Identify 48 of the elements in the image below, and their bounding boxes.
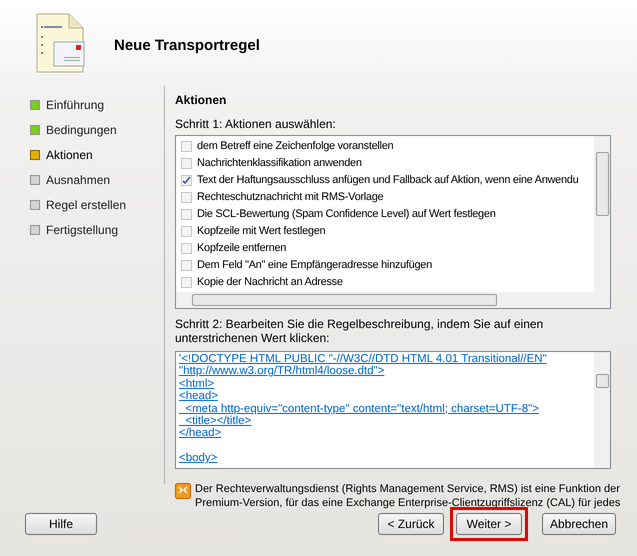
checkbox[interactable]	[181, 243, 192, 254]
step-label[interactable]: Ausnahmen	[46, 170, 110, 188]
action-label: Rechteschutznachricht mit RMS-Vorlage	[197, 190, 384, 206]
step-label[interactable]: Aktionen	[46, 146, 93, 164]
link[interactable]: <html>	[179, 378, 214, 390]
checkbox[interactable]	[181, 226, 192, 237]
step-label[interactable]: Regel erstellen	[46, 196, 126, 214]
actions-list[interactable]	[175, 135, 611, 309]
action-label: Kopfzeile mit Wert festlegen	[197, 224, 326, 240]
action-label: dem Betreff eine Zeichenfolge voranstellen	[197, 139, 394, 154]
exchange-icon	[175, 483, 191, 499]
link[interactable]: <meta http-equiv="content-type" content="text/html; charset=UTF-8">	[179, 402, 539, 415]
link[interactable]: <body>	[179, 452, 218, 464]
action-label: Text der Haftungsausschluss anfügen und Fallback auf Aktion, wenn eine Anwendu	[197, 173, 578, 188]
step-label: Schritt 1: Aktionen auswählen:	[175, 116, 337, 133]
wizard-button[interactable]: Weiter >	[456, 513, 522, 535]
action-label: Nachrichtenklassifikation anwenden	[197, 156, 362, 172]
link[interactable]: </head>	[179, 427, 222, 440]
checkbox[interactable]	[181, 277, 192, 288]
checkbox[interactable]	[181, 260, 192, 271]
link[interactable]: <head>	[179, 390, 218, 402]
vertical-scrollbar[interactable]	[594, 136, 610, 292]
notice-text: Der Rechteverwaltungsdienst (Rights Management Service, RMS) ist eine Funktion der Premium-Version, für das eine Exchange Enterprise-Clientzugriffslizenz (CAL) für jedes	[195, 482, 622, 510]
step-label[interactable]: Bedingungen	[46, 120, 117, 138]
horizontal-scrollbar[interactable]	[176, 292, 610, 308]
link[interactable]: <title></title>	[179, 414, 252, 427]
action-label: Kopfzeile entfernen	[197, 241, 286, 256]
wizard-button[interactable]: Abbrechen	[542, 513, 616, 535]
action-label: Kopie der Nachricht an Adresse	[197, 275, 343, 290]
action-label: Die SCL-Bewertung (Spam Confidence Level) auf Wert festlegen	[197, 207, 496, 222]
step-label: Schritt 2: Bearbeiten Sie die Regelbeschreibung, indem Sie auf einen unterstrichenen Wert klicken:	[175, 317, 544, 345]
rule-description-box[interactable]	[175, 351, 611, 469]
checkbox[interactable]	[181, 175, 192, 186]
document-mail-icon	[36, 13, 86, 73]
checkbox[interactable]	[181, 192, 192, 203]
step-label[interactable]: Einführung	[46, 96, 104, 114]
link[interactable]: '<!DOCTYPE HTML PUBLIC "-//W3C//DTD HTML 4.01 Transitional//EN"	[179, 353, 547, 365]
wizard-button[interactable]: < Zurück	[378, 513, 444, 535]
wizard-button[interactable]: Hilfe	[25, 513, 97, 535]
checkbox[interactable]	[181, 158, 192, 169]
step-label[interactable]: Fertigstellung	[46, 220, 118, 238]
checkbox[interactable]	[181, 141, 192, 152]
section-title: Aktionen	[175, 92, 228, 109]
action-label: Dem Feld "An" eine Empfängeradresse hinzufügen	[197, 258, 432, 274]
wizard-title: Neue Transportregel	[114, 36, 260, 56]
link[interactable]: "http://www.w3.org/TR/html4/loose.dtd">	[179, 365, 384, 378]
vertical-scrollbar[interactable]	[594, 352, 610, 468]
checkbox[interactable]	[181, 209, 192, 220]
